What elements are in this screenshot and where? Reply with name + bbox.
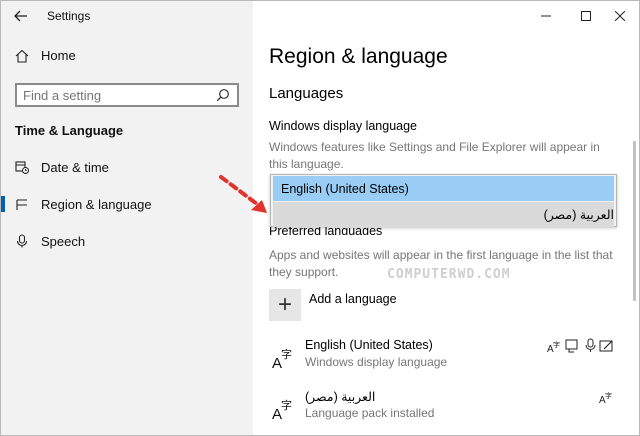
sidebar-item-label: Speech [41,233,86,249]
display-language-label: Windows display language [269,119,418,133]
language-name: العربية (مصر) [305,390,376,404]
display-language-icon: A字 [599,391,612,405]
language-glyph-icon: A字 [272,347,292,370]
preferred-languages-label: Preferred languages [269,226,383,235]
language-status: Language pack installed [305,406,435,420]
calendar-clock-icon [15,161,29,174]
handwriting-icon [599,340,613,352]
svg-text:字: 字 [605,391,612,400]
sidebar-item-label: Date & time [41,159,109,175]
app-title: Settings [47,9,91,23]
display-language-description: Windows features like Settings and File … [269,140,600,171]
home-icon [15,49,29,63]
scrollbar[interactable] [633,141,636,301]
display-language-dropdown[interactable]: English (United States) العربية (مصر) [270,174,617,227]
language-item-arabic[interactable]: A字 العربية (مصر) Language pack installed… [269,389,619,429]
sidebar-item-speech[interactable]: Speech [1,225,253,257]
languages-heading: Languages [269,85,344,102]
svg-text:字: 字 [281,398,292,412]
section-title: Time & Language [15,123,124,138]
annotation-arrow-icon [219,175,267,213]
microphone-icon [16,234,28,248]
dropdown-option-arabic[interactable]: العربية (مصر) [273,202,614,227]
watermark: COMPUTERWD.COM [387,267,511,282]
display-language-icon: A字 [547,340,560,354]
back-button[interactable] [1,1,41,31]
arrow-left-icon [14,10,27,22]
search-box[interactable] [15,83,239,107]
settings-window: Settings Home Time & Language Date & tim… [0,0,640,436]
svg-text:字: 字 [281,347,292,361]
page-title: Region & language [269,45,448,68]
add-language-label: Add a language [309,292,397,306]
language-item-english[interactable]: A字 English (United States) Windows displ… [269,338,619,378]
home-label: Home [41,48,76,63]
speech-recognition-icon [565,339,578,353]
language-name: English (United States) [305,338,433,352]
region-icon [16,199,27,210]
home-nav-item[interactable]: Home [15,48,76,63]
svg-text:字: 字 [553,340,560,349]
search-icon [216,89,229,102]
text-to-speech-icon [585,338,596,352]
search-input[interactable] [23,87,203,103]
plus-icon: + [269,289,301,321]
sidebar-item-label: Region & language [41,196,152,212]
dropdown-option-english[interactable]: English (United States) [273,176,614,201]
add-language-button[interactable]: + Add a language [269,289,397,321]
title-bar: Settings [1,1,253,31]
language-glyph-icon: A字 [272,398,292,421]
language-status: Windows display language [305,355,448,369]
